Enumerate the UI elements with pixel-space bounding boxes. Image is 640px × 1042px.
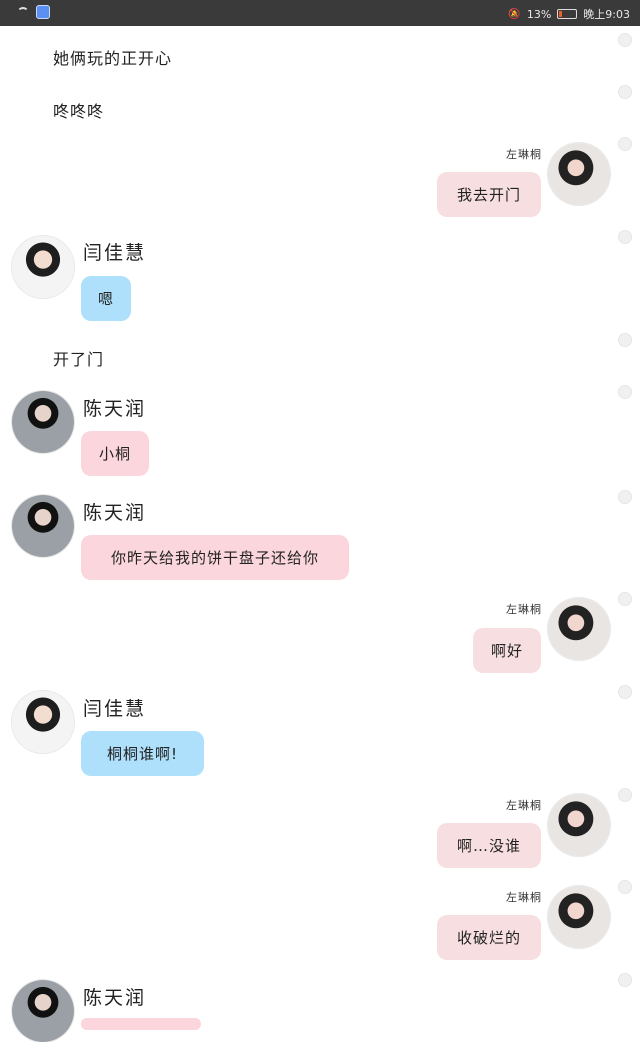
scroll-dot <box>618 685 632 699</box>
message-bubble[interactable]: 啊好 <box>473 628 541 673</box>
scroll-dot <box>618 592 632 606</box>
sender-name: 左琳桐 <box>506 603 542 616</box>
scroll-dot <box>618 137 632 151</box>
sender-name: 陈天润 <box>83 398 147 420</box>
scroll-dot <box>618 385 632 399</box>
sender-name: 陈天润 <box>83 502 147 524</box>
avatar[interactable] <box>548 143 610 205</box>
message-bubble[interactable]: 嗯 <box>81 276 131 321</box>
scroll-dot <box>618 333 632 347</box>
app-notification-icon <box>36 5 50 19</box>
sender-name: 闫佳慧 <box>83 698 147 720</box>
wifi-icon <box>16 6 30 18</box>
scroll-dot <box>618 788 632 802</box>
avatar[interactable] <box>12 236 74 298</box>
avatar[interactable] <box>548 794 610 856</box>
sender-name: 左琳桐 <box>506 891 542 904</box>
sender-name: 左琳桐 <box>506 148 542 161</box>
sender-name: 陈天润 <box>83 987 147 1009</box>
narration-text: 她俩玩的正开心 <box>53 49 173 68</box>
mute-bell-icon: 🔕 <box>508 8 521 20</box>
scroll-dot <box>618 973 632 987</box>
message-bubble[interactable]: 我去开门 <box>437 172 541 217</box>
narration-text: 咚咚咚 <box>53 102 105 121</box>
message-bubble[interactable]: 你昨天给我的饼干盘子还给你 <box>81 535 349 580</box>
scroll-dot <box>618 880 632 894</box>
status-bar: 🔕 13% 晚上9:03 <box>0 0 640 26</box>
avatar[interactable] <box>12 495 74 557</box>
narration-text: 开了门 <box>53 350 105 369</box>
clock: 晚上9:03 <box>583 8 630 21</box>
message-bubble[interactable]: 收破烂的 <box>437 915 541 960</box>
message-bubble[interactable]: 小桐 <box>81 431 149 476</box>
scroll-dot <box>618 230 632 244</box>
scroll-dot <box>618 33 632 47</box>
battery-icon <box>557 9 578 19</box>
avatar[interactable] <box>12 980 74 1042</box>
message-bubble[interactable]: 桐桐谁啊! <box>81 731 204 776</box>
avatar[interactable] <box>548 886 610 948</box>
scroll-dot <box>618 490 632 504</box>
message-bubble[interactable] <box>81 1018 201 1030</box>
scroll-dot <box>618 85 632 99</box>
sender-name: 闫佳慧 <box>83 242 147 264</box>
avatar[interactable] <box>12 391 74 453</box>
battery-percent: 13% <box>526 7 552 21</box>
avatar[interactable] <box>548 598 610 660</box>
message-bubble[interactable]: 啊…没谁 <box>437 823 541 868</box>
sender-name: 左琳桐 <box>506 799 542 812</box>
avatar[interactable] <box>12 691 74 753</box>
